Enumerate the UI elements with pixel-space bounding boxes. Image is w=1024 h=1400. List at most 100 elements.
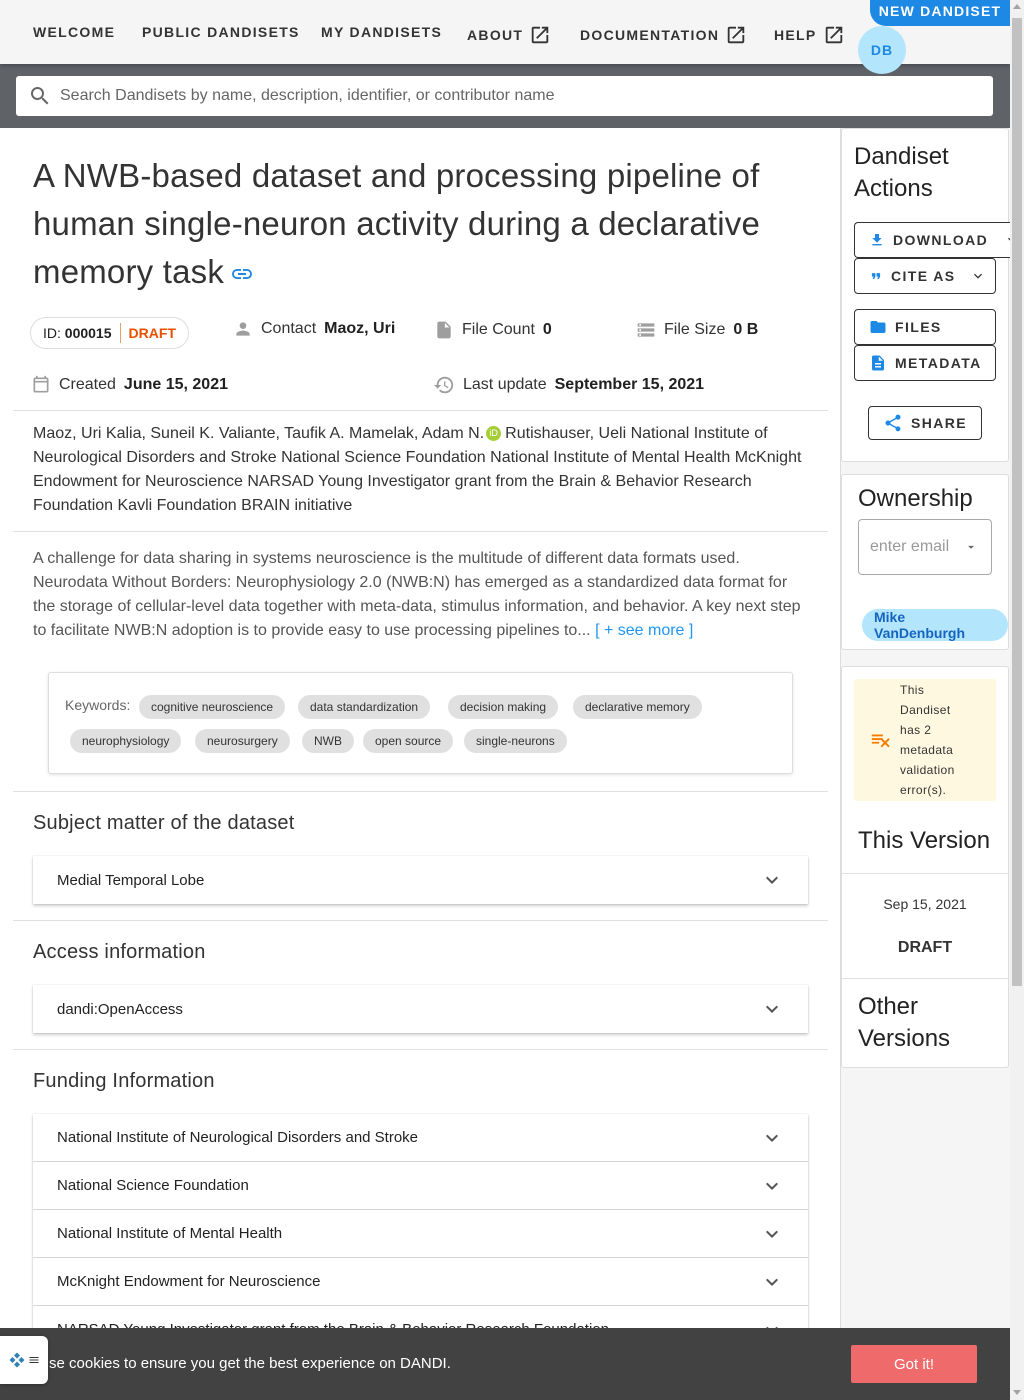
nav-help[interactable]: HELP: [774, 24, 845, 46]
cite-as-label: CITE AS: [891, 268, 956, 284]
keyword-chip[interactable]: decision making: [448, 695, 559, 719]
this-version-title: This Version: [858, 827, 991, 854]
share-button[interactable]: SHARE: [868, 406, 982, 440]
ownership-card: Ownership Mike VanDenburgh: [841, 474, 1009, 650]
nav-documentation[interactable]: DOCUMENTATION: [580, 24, 747, 46]
scroll-up-arrow[interactable]: [1013, 4, 1021, 9]
search-bar: [0, 64, 1010, 128]
search-field[interactable]: [16, 76, 993, 116]
owner-email-input[interactable]: [870, 538, 954, 556]
nav-welcome[interactable]: WELCOME: [33, 24, 115, 40]
keyword-chip[interactable]: data standardization: [298, 695, 431, 719]
version-name[interactable]: DRAFT: [842, 939, 1008, 957]
nav-about[interactable]: ABOUT: [467, 24, 551, 46]
nav-help-label: HELP: [774, 27, 817, 43]
owner-select[interactable]: [858, 519, 992, 575]
contact-name: Maoz, Uri: [324, 320, 396, 337]
download-button[interactable]: DOWNLOAD: [854, 222, 1017, 258]
new-dandiset-button[interactable]: NEW DANDISET: [870, 0, 1010, 26]
cookie-accept-button[interactable]: Got it!: [851, 1345, 977, 1383]
external-link-icon: [529, 24, 551, 46]
divider: [13, 1049, 828, 1050]
keyword-chip[interactable]: NWB: [302, 729, 354, 753]
chevron-down-icon: [760, 1174, 784, 1198]
owner-chip[interactable]: Mike VanDenburgh: [862, 609, 1008, 641]
orcid-icon[interactable]: iD: [486, 426, 502, 441]
cookie-text: se cookies to ensure you get the best ex…: [49, 1355, 451, 1372]
divider: [13, 791, 828, 792]
created-stat: Created June 15, 2021: [31, 374, 228, 396]
updated-label: Last update: [463, 376, 547, 393]
calendar-icon: [31, 374, 51, 396]
keyword-chip[interactable]: open source: [363, 729, 454, 753]
keyword-chip[interactable]: neurosurgery: [195, 729, 290, 753]
funding-panel[interactable]: McKnight Endowment for Neuroscience: [33, 1258, 808, 1306]
dandiset-actions-card: Dandiset Actions DOWNLOAD CITE AS FILES …: [841, 128, 1017, 462]
keyword-chip[interactable]: neurophysiology: [70, 729, 182, 753]
see-more-link[interactable]: [ + see more ]: [595, 622, 693, 639]
file-count-label: File Count: [462, 321, 535, 338]
scroll-down-arrow[interactable]: [1013, 1390, 1021, 1395]
dandiset-id-chip: ID: 000015 DRAFT: [30, 317, 189, 349]
playlist-remove-icon: [870, 729, 892, 751]
files-button[interactable]: FILES: [854, 309, 996, 345]
page-scrollbar[interactable]: [1010, 0, 1024, 1400]
chevron-down-icon: [970, 268, 986, 284]
chevron-down-icon: [760, 1222, 784, 1246]
subject-panel[interactable]: Medial Temporal Lobe: [33, 856, 808, 904]
link-icon[interactable]: [230, 262, 254, 286]
funding-panel[interactable]: National Science Foundation: [33, 1162, 808, 1210]
status-badge: DRAFT: [128, 325, 176, 341]
keywords-label: Keywords:: [65, 697, 131, 713]
keyword-chip[interactable]: declarative memory: [573, 695, 702, 719]
validation-warning[interactable]: This Dandiset has 2 metadata validation …: [854, 679, 996, 801]
keyword-chip[interactable]: cognitive neuroscience: [139, 695, 286, 719]
version-date[interactable]: Sep 15, 2021: [842, 896, 1008, 912]
cookie-settings-icon: [8, 1351, 26, 1369]
menu-icon: [28, 1354, 40, 1366]
metadata-button[interactable]: METADATA: [854, 345, 996, 381]
access-panel[interactable]: dandi:OpenAccess: [33, 985, 808, 1033]
contact-stat: Contact Maoz, Uri: [233, 319, 395, 339]
folder-icon: [869, 318, 887, 336]
contributors-list: Maoz, Uri Kalia, Suneil K. Valiante, Tau…: [33, 422, 808, 518]
files-label: FILES: [895, 319, 942, 335]
ownership-title: Ownership: [858, 485, 973, 512]
versions-card: This Dandiset has 2 metadata validation …: [841, 666, 1009, 1068]
dandiset-main: A NWB-based dataset and processing pipel…: [0, 128, 841, 1400]
user-avatar[interactable]: DB: [858, 26, 906, 74]
scrollbar-thumb[interactable]: [1012, 18, 1022, 986]
nav-about-label: ABOUT: [467, 27, 524, 43]
keyword-chip[interactable]: single-neurons: [464, 729, 567, 753]
document-icon: [869, 354, 887, 372]
validation-warning-text: This Dandiset has 2 metadata validation …: [900, 683, 955, 797]
storage-icon: [636, 319, 656, 341]
external-link-icon: [725, 24, 747, 46]
cite-as-button[interactable]: CITE AS: [854, 258, 996, 294]
funding-item: National Science Foundation: [57, 1177, 249, 1194]
consent-widget[interactable]: [0, 1336, 48, 1384]
metadata-label: METADATA: [895, 355, 982, 371]
updated-value: September 15, 2021: [554, 376, 705, 393]
funding-panel[interactable]: National Institute of Neurological Disor…: [33, 1114, 808, 1162]
id-label: ID: 000015: [43, 325, 112, 341]
nav-public-dandisets[interactable]: PUBLIC DANDISETS: [142, 24, 300, 40]
search-input[interactable]: [60, 87, 960, 105]
chevron-down-icon: [760, 1126, 784, 1150]
file-size-value: 0 B: [733, 321, 759, 338]
file-size-stat: File Size 0 B: [636, 319, 758, 341]
nav-my-dandisets[interactable]: MY DANDISETS: [321, 24, 442, 40]
file-count-value: 0: [542, 321, 552, 338]
app-bar: WELCOME PUBLIC DANDISETS MY DANDISETS AB…: [0, 0, 1010, 74]
access-section-title: Access information: [33, 941, 206, 963]
funding-panel[interactable]: National Institute of Mental Health: [33, 1210, 808, 1258]
share-label: SHARE: [911, 415, 968, 431]
funding-section-title: Funding Information: [33, 1070, 215, 1092]
dandiset-title-text: A NWB-based dataset and processing pipel…: [33, 157, 761, 290]
person-icon: [233, 319, 253, 339]
file-icon: [434, 319, 454, 341]
contact-label: Contact: [261, 320, 317, 337]
quote-icon: [869, 269, 883, 283]
subject-item: Medial Temporal Lobe: [57, 871, 205, 889]
keywords-card: Keywords: cognitive neuroscience data st…: [48, 672, 793, 774]
